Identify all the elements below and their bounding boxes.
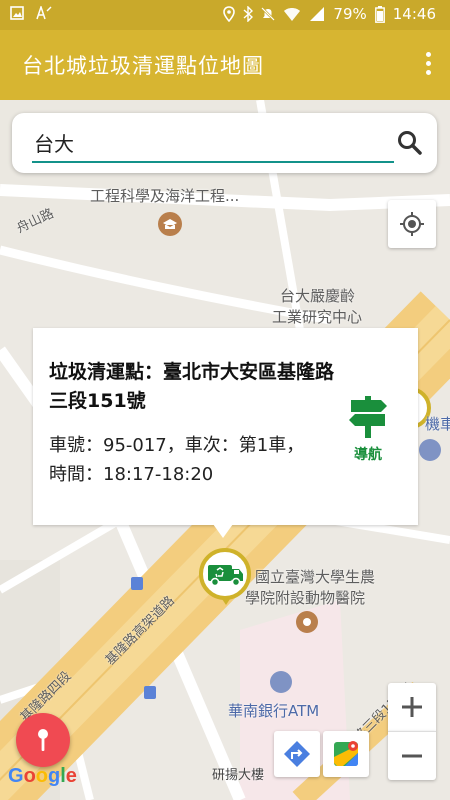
font-icon bbox=[36, 6, 52, 20]
map-label-partial[interactable]: 機車 bbox=[425, 413, 450, 434]
zoom-out-icon bbox=[402, 754, 422, 758]
info-window-pointer bbox=[213, 524, 233, 538]
app-title: 台北城垃圾清運點位地圖 bbox=[22, 54, 264, 78]
search-underline bbox=[32, 161, 394, 163]
bluetooth-icon bbox=[243, 6, 254, 22]
pin-button[interactable] bbox=[16, 713, 70, 767]
overflow-menu-icon[interactable] bbox=[420, 52, 436, 78]
signpost-icon bbox=[349, 396, 387, 438]
signal-icon bbox=[310, 7, 325, 21]
directions-icon bbox=[284, 741, 310, 767]
location-icon bbox=[223, 6, 236, 22]
gallery-icon bbox=[10, 6, 24, 20]
my-location-button[interactable] bbox=[388, 200, 436, 248]
search-bar bbox=[12, 113, 437, 173]
info-window[interactable]: 垃圾清運點：臺北市大安區基隆路三段151號 車號：95-017，車次：第1車，時… bbox=[33, 328, 418, 525]
map-label-building[interactable]: 研揚大樓 bbox=[212, 764, 264, 783]
navigate-button[interactable]: 導航 bbox=[345, 394, 391, 464]
garbage-truck-icon bbox=[208, 565, 243, 587]
battery-level: 79% bbox=[333, 5, 367, 23]
garbage-truck-marker[interactable] bbox=[199, 548, 251, 600]
clock: 14:46 bbox=[392, 5, 436, 23]
info-window-detail: 車號：95-017，車次：第1車，時間：18:17-18:20 bbox=[49, 435, 305, 485]
zoom-in-icon bbox=[402, 697, 422, 717]
mute-icon bbox=[261, 7, 276, 21]
battery-icon bbox=[374, 5, 385, 23]
google-maps-icon bbox=[334, 741, 358, 766]
map-label-engineering[interactable]: 工程科學及海洋工程... bbox=[90, 185, 239, 206]
zoom-in-button[interactable] bbox=[388, 683, 436, 731]
pin-icon bbox=[38, 729, 48, 751]
app-bar: 台北城垃圾清運點位地圖 bbox=[0, 30, 450, 100]
map-label-atm[interactable]: 華南銀行ATM bbox=[228, 700, 319, 721]
map-label-yan-line1[interactable]: 台大嚴慶齡 bbox=[280, 285, 355, 306]
status-bar: 79% 14:46 bbox=[0, 0, 450, 30]
zoom-out-button[interactable] bbox=[388, 731, 436, 780]
google-maps-button[interactable] bbox=[323, 731, 369, 777]
map-label-vet-line2[interactable]: 學院附設動物醫院 bbox=[245, 587, 365, 608]
google-logo: Google bbox=[8, 765, 77, 787]
info-window-title: 垃圾清運點：臺北市大安區基隆路三段151號 bbox=[49, 361, 335, 412]
marker-tail bbox=[220, 596, 232, 605]
my-location-icon bbox=[400, 212, 424, 236]
search-icon[interactable] bbox=[397, 130, 423, 156]
map-label-yan-line2[interactable]: 工業研究中心 bbox=[272, 306, 362, 327]
navigate-label: 導航 bbox=[354, 447, 382, 463]
search-input[interactable] bbox=[34, 127, 392, 157]
wifi-icon bbox=[284, 8, 301, 21]
map-label-vet-line1[interactable]: 國立臺灣大學生農 bbox=[255, 566, 375, 587]
directions-button[interactable] bbox=[274, 731, 320, 777]
